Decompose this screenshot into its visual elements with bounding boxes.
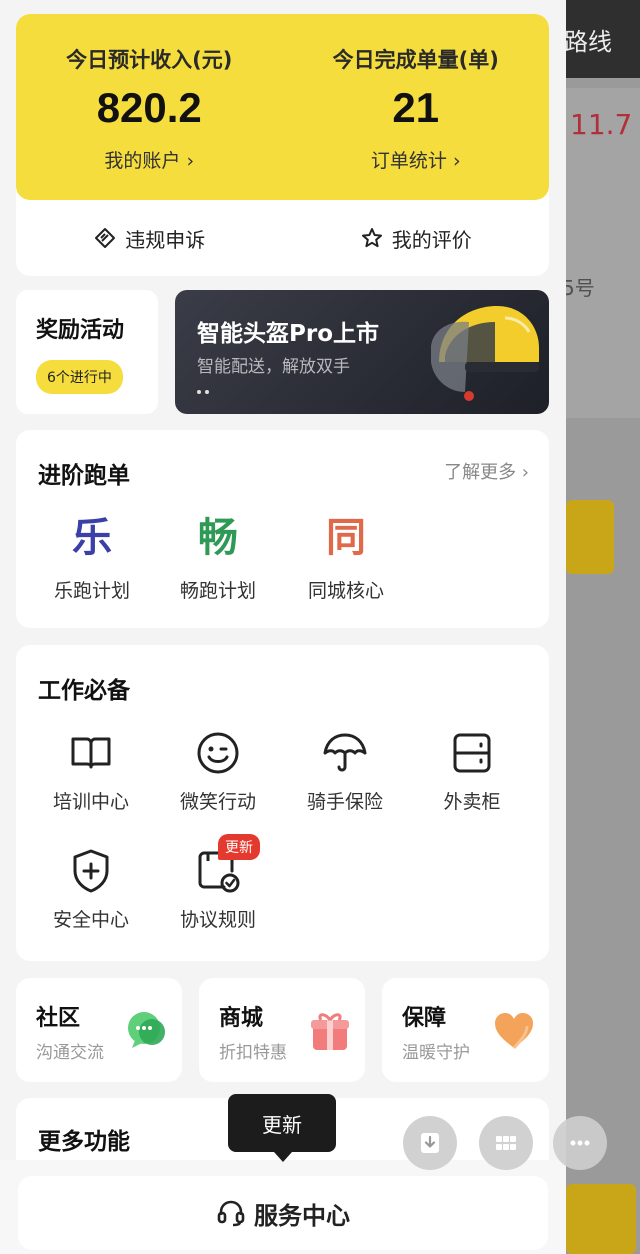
safety-center[interactable]: 安全中心	[26, 847, 156, 932]
umbrella-icon	[323, 733, 367, 772]
banner-pagination	[197, 390, 209, 394]
service-center-label: 服务中心	[254, 1201, 350, 1230]
food-locker[interactable]: 外卖柜	[407, 729, 537, 814]
smile-icon	[197, 732, 239, 774]
background-yellow-block	[566, 1184, 636, 1254]
today-income-stat[interactable]: 今日预计收入(元) 820.2 我的账户 ›	[16, 44, 283, 200]
download-float-button[interactable]	[403, 1116, 457, 1170]
my-ratings-button[interactable]: 我的评价	[283, 224, 550, 253]
background-app: 路线 11.7 5号	[560, 0, 640, 1254]
update-badge: 更新	[218, 834, 260, 860]
my-account-link[interactable]: 我的账户 ›	[104, 146, 194, 173]
training-center[interactable]: 培训中心	[26, 729, 156, 814]
quick-links: 违规申诉 我的评价	[16, 200, 549, 276]
rider-insurance[interactable]: 骑手保险	[280, 729, 410, 814]
community-subtitle: 沟通交流	[36, 1043, 104, 1063]
update-tooltip-text: 更新	[262, 1112, 302, 1137]
heart-icon	[495, 1013, 533, 1049]
background-yellow-button	[566, 500, 614, 574]
food-locker-label: 外卖柜	[443, 791, 501, 813]
today-orders-label: 今日完成单量(单)	[332, 48, 499, 72]
more-functions-title: 更多功能	[38, 1129, 130, 1155]
background-value: 11.7	[570, 108, 633, 141]
order-stats-link[interactable]: 订单统计 ›	[371, 146, 461, 173]
background-number-suffix: 5号	[562, 276, 595, 300]
safety-center-label: 安全中心	[52, 909, 129, 931]
helmet-banner[interactable]: 智能头盔Pro上市 智能配送，解放双手	[175, 290, 549, 414]
background-topbar: 路线	[560, 0, 640, 78]
locker-icon	[453, 733, 491, 773]
protection-subtitle: 温暖守护	[402, 1043, 470, 1063]
appeal-label: 违规申诉	[125, 227, 206, 252]
tong-cheng-label: 同城核心	[307, 580, 384, 602]
advanced-card: 进阶跑单 了解更多 › 乐 乐跑计划 畅 畅跑计划 同 同城核心	[16, 430, 549, 628]
download-icon	[421, 1133, 439, 1153]
gift-icon	[311, 1013, 349, 1050]
mall-card[interactable]: 商城 折扣特惠	[199, 978, 365, 1082]
community-card[interactable]: 社区 沟通交流	[16, 978, 182, 1082]
tong-glyph: 同	[326, 515, 366, 561]
banner-subtitle: 智能配送，解放双手	[197, 357, 350, 377]
background-route-label: 路线	[564, 28, 612, 56]
chat-icon	[128, 1012, 165, 1048]
work-essentials-card: 工作必备 培训中心 微笑行动 骑手保险 外卖柜 安全中心 协议规则	[16, 645, 549, 961]
appeal-icon	[95, 228, 116, 248]
learn-more-link[interactable]: 了解更多 ›	[444, 458, 529, 484]
mall-title: 商城	[219, 1006, 264, 1031]
helmet-image	[431, 306, 539, 401]
more-dots-icon	[570, 1140, 590, 1146]
today-orders-value: 21	[392, 84, 440, 131]
chang-glyph: 畅	[198, 515, 238, 561]
le-glyph: 乐	[72, 515, 112, 561]
advanced-title: 进阶跑单	[38, 463, 130, 489]
protection-card[interactable]: 保障 温暖守护	[382, 978, 549, 1082]
shield-icon	[73, 849, 109, 893]
community-title: 社区	[36, 1006, 81, 1031]
agreement-rules-label: 协议规则	[179, 909, 256, 931]
tong-cheng-core[interactable]: 同 同城核心	[286, 514, 406, 603]
grid-icon	[496, 1136, 516, 1150]
smile-action[interactable]: 微笑行动	[153, 729, 283, 814]
today-income-value: 820.2	[96, 84, 202, 131]
side-drawer: 今日预计收入(元) 820.2 我的账户 › 今日完成单量(单) 21 订单统计…	[0, 0, 566, 1254]
chang-pao-plan[interactable]: 畅 畅跑计划	[158, 514, 278, 603]
more-float-button[interactable]	[553, 1116, 607, 1170]
income-card: 今日预计收入(元) 820.2 我的账户 › 今日完成单量(单) 21 订单统计…	[16, 14, 549, 276]
reward-title: 奖励活动	[36, 318, 125, 343]
banner-title: 智能头盔Pro上市	[197, 321, 380, 347]
appeal-button[interactable]: 违规申诉	[16, 224, 283, 253]
le-pao-plan[interactable]: 乐 乐跑计划	[32, 514, 152, 603]
smile-action-label: 微笑行动	[179, 791, 256, 813]
agreement-rules[interactable]: 协议规则	[153, 847, 283, 932]
chang-pao-label: 畅跑计划	[179, 580, 256, 602]
le-pao-label: 乐跑计划	[53, 580, 130, 602]
book-icon	[71, 737, 111, 769]
today-income-label: 今日预计收入(元)	[66, 48, 233, 72]
rider-insurance-label: 骑手保险	[306, 791, 383, 813]
star-icon	[361, 228, 382, 248]
protection-title: 保障	[402, 1006, 447, 1031]
service-bar: 服务中心	[0, 1160, 566, 1254]
headset-icon	[217, 1200, 245, 1227]
mall-subtitle: 折扣特惠	[219, 1043, 287, 1063]
update-tooltip: 更新	[228, 1094, 336, 1162]
my-ratings-label: 我的评价	[391, 227, 472, 252]
service-center-button[interactable]: 服务中心	[18, 1176, 548, 1250]
income-summary: 今日预计收入(元) 820.2 我的账户 › 今日完成单量(单) 21 订单统计…	[16, 14, 549, 200]
grid-float-button[interactable]	[479, 1116, 533, 1170]
today-orders-stat[interactable]: 今日完成单量(单) 21 订单统计 ›	[283, 44, 550, 200]
work-title: 工作必备	[38, 678, 130, 704]
training-center-label: 培训中心	[52, 791, 129, 813]
reward-activity-card[interactable]: 奖励活动 6个进行中	[16, 290, 158, 414]
reward-count-badge: 6个进行中	[36, 360, 123, 394]
